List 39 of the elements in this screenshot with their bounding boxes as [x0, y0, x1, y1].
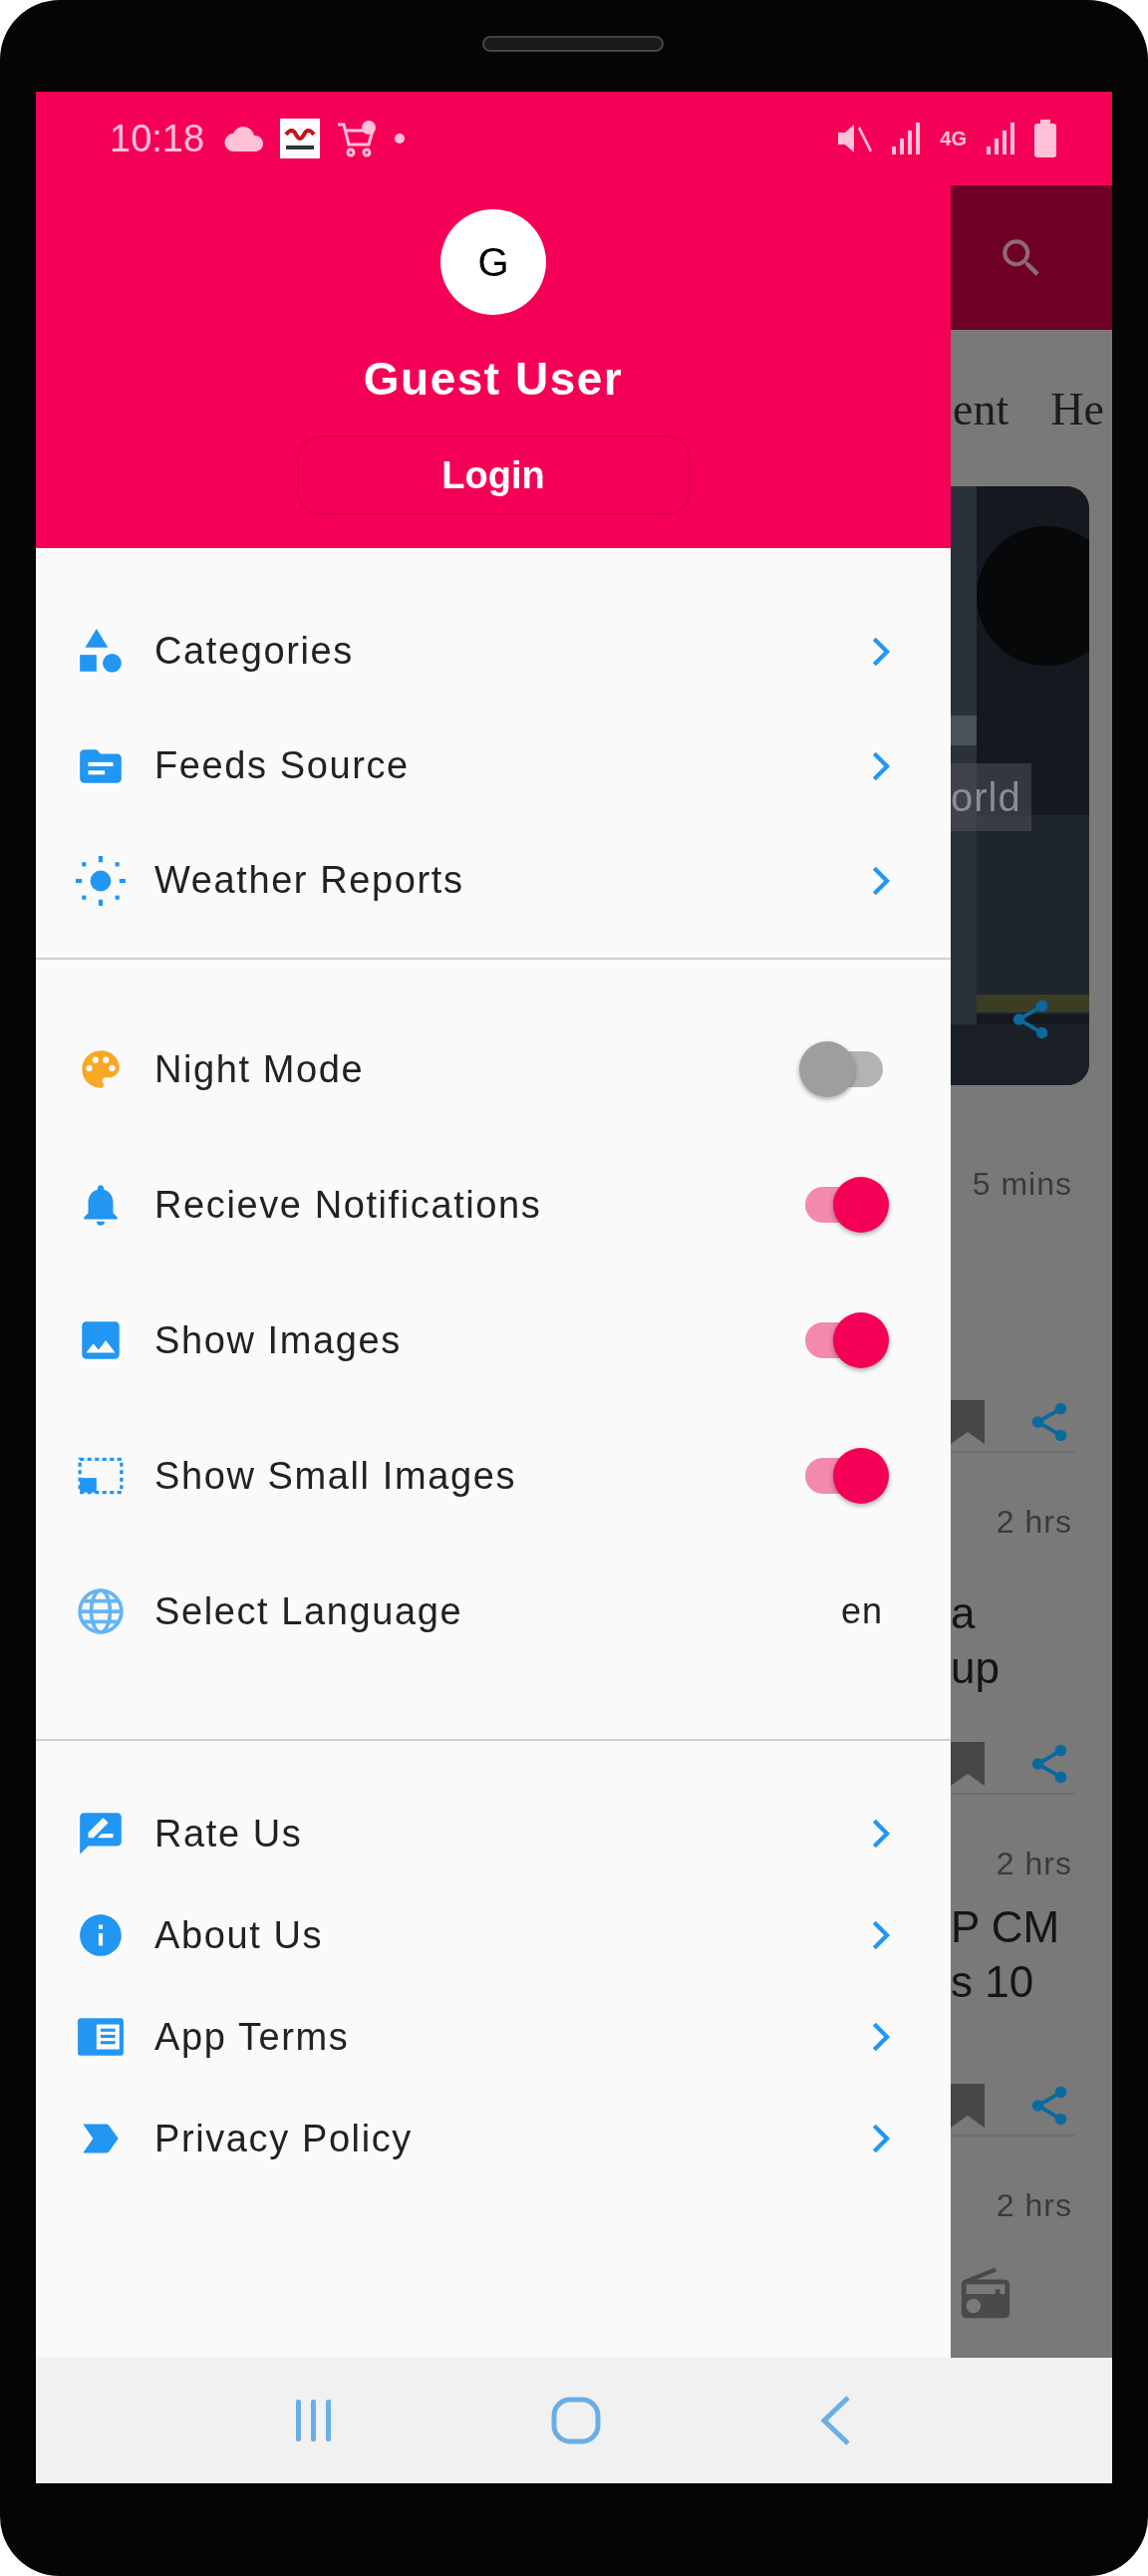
menu-item-label[interactable]: Rate Us	[154, 1805, 863, 1862]
menu-item-label[interactable]: Weather Reports	[154, 852, 863, 909]
app-notification-icon	[280, 119, 321, 158]
menu-item-label[interactable]: Show Images	[154, 1311, 799, 1369]
signal-icon	[985, 121, 1016, 156]
category-tab[interactable]: He	[1050, 375, 1104, 486]
menu-item-label[interactable]: Recieve Notifications	[154, 1176, 799, 1234]
language-value[interactable]: en	[840, 1584, 883, 1638]
login-button[interactable]: Login	[296, 435, 691, 515]
menu-item-label[interactable]: About Us	[154, 1906, 863, 1964]
dot-icon	[394, 133, 407, 144]
menu-item-label[interactable]: Show Small Images	[154, 1447, 799, 1505]
avatar: G	[440, 209, 546, 315]
sun-icon	[76, 855, 126, 906]
network-type-text: 4G	[940, 127, 967, 151]
home-icon[interactable]	[550, 2396, 602, 2445]
user-name: Guest User	[363, 352, 624, 407]
status-time: 10:18	[110, 116, 205, 161]
image-caption: orld	[951, 763, 1031, 831]
time-ago: 2 hrs	[995, 1845, 1073, 1883]
menu-item-label[interactable]: Categories	[154, 623, 863, 680]
time-ago: 5 mins	[971, 1165, 1073, 1204]
headline-text: up	[951, 1642, 1001, 1694]
menu-item-label[interactable]: Privacy Policy	[154, 2110, 863, 2167]
headline-text: a	[951, 1587, 977, 1639]
cart-icon	[336, 119, 379, 158]
globe-icon	[76, 1586, 126, 1636]
menu-item-label[interactable]: App Terms	[154, 2008, 863, 2066]
menu-item-label[interactable]: Feeds Source	[154, 737, 863, 794]
cloud-icon	[224, 126, 265, 151]
menu-item-label[interactable]: Select Language	[154, 1582, 841, 1640]
time-ago: 2 hrs	[995, 1503, 1073, 1542]
time-ago: 2 hrs	[995, 2186, 1073, 2225]
category-tab[interactable]: ent	[953, 375, 1009, 486]
battery-icon	[1034, 120, 1056, 157]
headline-text: P CM	[951, 1901, 1061, 1953]
signal-icon	[890, 121, 923, 156]
menu-item-label[interactable]: Night Mode	[154, 1040, 799, 1098]
headline-text: s 10	[951, 1956, 1035, 2008]
